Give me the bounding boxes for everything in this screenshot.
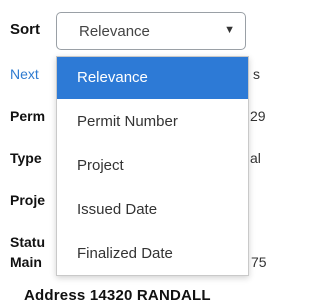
sort-option-project[interactable]: Project xyxy=(57,145,248,187)
address-line: Address 14320 RANDALL xyxy=(24,287,211,304)
sort-option-finalized-date[interactable]: Finalized Date xyxy=(57,233,248,275)
sort-option-permit-number[interactable]: Permit Number xyxy=(57,101,248,143)
address-value: 14320 RANDALL xyxy=(89,287,211,304)
next-link[interactable]: Next xyxy=(10,66,39,82)
status-label: Statu xyxy=(10,234,45,250)
sort-select-value: Relevance xyxy=(79,23,150,40)
sort-option-issued-date[interactable]: Issued Date xyxy=(57,189,248,231)
sort-option-relevance[interactable]: Relevance xyxy=(57,57,248,99)
next-link-tail[interactable]: s xyxy=(253,66,260,82)
type-value-fragment: al xyxy=(250,150,261,166)
project-label: Proje xyxy=(10,192,46,208)
sort-label: Sort xyxy=(10,21,40,38)
main-value-fragment: 75 xyxy=(251,254,267,270)
permit-label: Perm xyxy=(10,108,46,124)
sort-dropdown-list: Relevance Permit Number Project Issued D… xyxy=(56,56,249,276)
chevron-down-icon: ▼ xyxy=(224,24,235,36)
permit-value-fragment: 29 xyxy=(250,108,266,124)
main-label: Main xyxy=(10,254,42,270)
address-label: Address xyxy=(24,287,86,304)
type-label: Type xyxy=(10,150,42,166)
sort-select[interactable]: Relevance ▼ xyxy=(56,12,246,50)
